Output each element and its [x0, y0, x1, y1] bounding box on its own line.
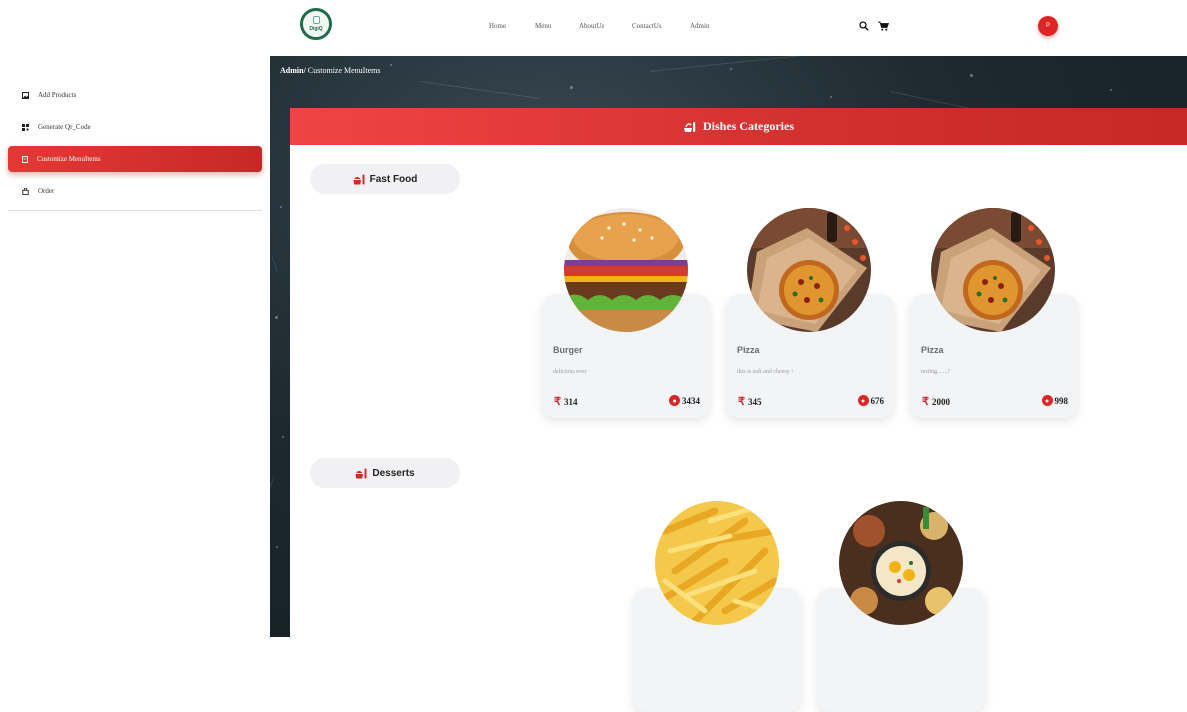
- search-icon[interactable]: [859, 21, 869, 31]
- user-avatar[interactable]: P: [1038, 16, 1058, 36]
- dishes-icon: [684, 121, 696, 132]
- sidebar-item-label: Customize MenuItems: [37, 155, 101, 163]
- sidebar-item-order[interactable]: Order: [8, 178, 262, 204]
- menu-item-price: ₹2000: [922, 396, 950, 408]
- category-pill-desserts[interactable]: Desserts: [310, 458, 460, 488]
- rupee-icon: ₹: [738, 396, 745, 408]
- content-panel: Dishes Categories Fast Food Burger delic…: [290, 108, 1187, 712]
- dessert-icon: [355, 468, 367, 478]
- breadcrumb: Admin/ Customize MenuItems: [280, 66, 380, 75]
- top-navbar: DigiQ Home Menu AboutUs ContactUs Admin …: [0, 0, 1187, 56]
- brand-logo[interactable]: DigiQ: [300, 8, 332, 40]
- rupee-icon: ₹: [922, 396, 929, 408]
- sidebar-divider: [8, 210, 262, 211]
- pizza-image: [747, 208, 871, 332]
- breadcrumb-current: Customize MenuItems: [305, 66, 381, 75]
- sidebar-item-add-products[interactable]: Add Products: [8, 82, 262, 108]
- menu-item-stock: ● 676: [857, 395, 884, 406]
- fast-food-icon: [353, 174, 365, 184]
- nav-link-about[interactable]: AboutUs: [579, 22, 604, 30]
- coffee-cup-icon: [313, 16, 320, 24]
- burger-image: [564, 208, 688, 332]
- category-name: Fast Food: [369, 173, 418, 185]
- breadcrumb-root[interactable]: Admin/: [280, 66, 306, 75]
- menu-item-title: Pizza: [921, 345, 944, 355]
- menu-item-price: ₹345: [738, 396, 762, 408]
- menu-item-description: this is soft and cheesy !: [737, 369, 794, 375]
- admin-sidebar: Add Products Generate Qr_Code Customize …: [0, 56, 270, 637]
- brand-logo-text: DigiQ: [309, 26, 323, 32]
- image-icon: [22, 91, 29, 99]
- sidebar-item-generate-qr[interactable]: Generate Qr_Code: [8, 114, 262, 140]
- menu-item-stock: ● 998: [1041, 395, 1068, 406]
- panel-header: Dishes Categories: [290, 108, 1187, 145]
- stock-bag-icon: ●: [669, 395, 680, 406]
- document-icon: [22, 155, 28, 163]
- sidebar-item-label: Add Products: [38, 91, 77, 99]
- fries-image: [655, 501, 779, 625]
- cart-icon[interactable]: [878, 21, 889, 31]
- menu-item-price: ₹314: [554, 396, 578, 408]
- panel-title: Dishes Categories: [703, 119, 794, 133]
- stock-bag-icon: ●: [857, 395, 869, 406]
- menu-item-title: Burger: [553, 345, 583, 355]
- menu-item-stock: ● 3434: [669, 395, 700, 406]
- bag-icon: [22, 187, 29, 195]
- menu-item-description: delicious ever: [553, 369, 587, 375]
- sidebar-item-customize-menu[interactable]: Customize MenuItems: [8, 146, 262, 172]
- nav-link-menu[interactable]: Menu: [535, 22, 551, 30]
- nav-link-contact[interactable]: ContactUs: [632, 22, 662, 30]
- category-name: Desserts: [372, 467, 415, 479]
- menu-item-description: testing.......?: [921, 369, 951, 375]
- stock-bag-icon: ●: [1041, 395, 1053, 406]
- rupee-icon: ₹: [554, 396, 561, 408]
- sidebar-item-label: Generate Qr_Code: [38, 123, 91, 131]
- qr-code-icon: [22, 123, 29, 131]
- category-pill-fast-food[interactable]: Fast Food: [310, 164, 460, 194]
- nav-link-home[interactable]: Home: [489, 22, 506, 30]
- breakfast-image: [839, 501, 963, 625]
- nav-link-admin[interactable]: Admin: [690, 22, 709, 30]
- pizza-image: [931, 208, 1055, 332]
- menu-item-title: Pizza: [737, 345, 760, 355]
- sidebar-item-label: Order: [38, 187, 55, 195]
